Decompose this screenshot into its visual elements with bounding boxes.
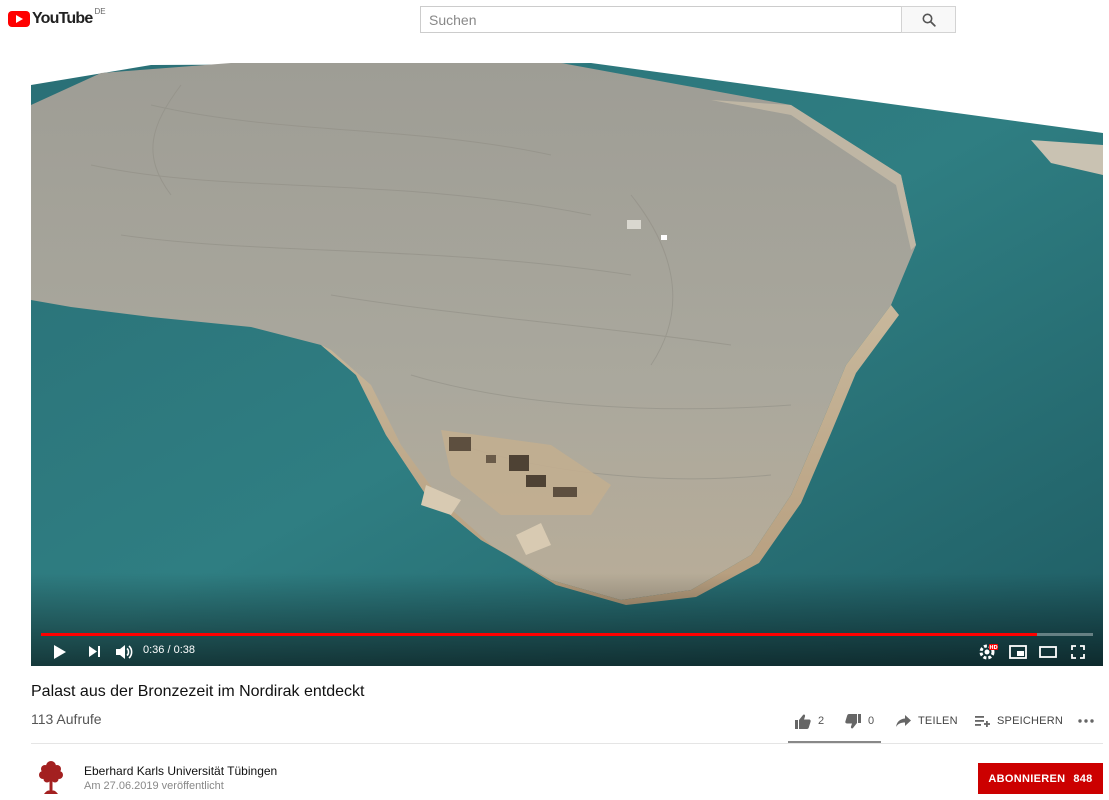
progress-bar[interactable] [41, 633, 1093, 636]
player-controls: 0:36 / 0:38 HD [31, 637, 1103, 666]
thumbs-up-icon [795, 714, 811, 729]
like-count: 2 [818, 715, 825, 727]
share-label: TEILEN [918, 715, 958, 727]
publish-date: Am 27.06.2019 veröffentlicht [84, 780, 224, 792]
more-actions-button[interactable] [1078, 709, 1094, 733]
channel-avatar[interactable] [36, 760, 66, 796]
dislike-count: 0 [868, 715, 875, 727]
play-button[interactable] [49, 637, 71, 666]
progress-played [41, 633, 1038, 636]
dislike-button[interactable]: 0 [845, 709, 874, 733]
video-frame [31, 45, 1103, 666]
next-icon [88, 646, 100, 657]
subscriber-count: 848 [1073, 772, 1093, 785]
save-button[interactable]: SPEICHERN [975, 709, 1063, 733]
share-button[interactable]: TEILEN [896, 709, 958, 733]
add-to-playlist-icon [975, 716, 990, 727]
svg-text:HD: HD [989, 645, 997, 651]
search-input[interactable] [420, 6, 902, 33]
like-button[interactable]: 2 [795, 709, 824, 733]
save-label: SPEICHERN [997, 715, 1063, 727]
more-horizontal-icon [1078, 719, 1094, 723]
subscribe-button[interactable]: ABONNIEREN 848 [978, 763, 1103, 794]
fullscreen-button[interactable] [1067, 637, 1089, 666]
theater-mode-icon [1039, 645, 1057, 658]
mute-button[interactable] [113, 637, 135, 666]
search-icon [922, 13, 936, 27]
masthead: YouTube DE [0, 0, 1109, 40]
volume-icon [116, 644, 133, 659]
video-player[interactable]: 0:36 / 0:38 HD [31, 45, 1103, 666]
youtube-logo[interactable]: YouTube DE [8, 7, 106, 29]
subscribe-label: ABONNIEREN [988, 772, 1066, 785]
divider [31, 743, 1103, 744]
share-icon [896, 715, 911, 727]
university-tree-logo-icon [39, 761, 63, 794]
youtube-play-logo-icon [8, 11, 30, 27]
miniplayer-icon [1009, 644, 1027, 659]
channel-name[interactable]: Eberhard Karls Universität Tübingen [84, 764, 277, 778]
miniplayer-button[interactable] [1007, 637, 1029, 666]
search-button[interactable] [901, 6, 956, 33]
thumbs-down-icon [845, 713, 861, 728]
next-button[interactable] [83, 637, 105, 666]
time-display: 0:36 / 0:38 [143, 644, 195, 656]
logo-text: YouTube [32, 10, 93, 27]
settings-button[interactable]: HD [977, 637, 999, 666]
settings-hd-icon: HD [979, 643, 998, 659]
theater-mode-button[interactable] [1037, 637, 1059, 666]
view-count: 113 Aufrufe [31, 711, 102, 727]
play-icon [54, 644, 66, 659]
fullscreen-icon [1071, 644, 1085, 659]
logo-country-code: DE [94, 7, 106, 16]
video-title: Palast aus der Bronzezeit im Nordirak en… [31, 683, 365, 700]
